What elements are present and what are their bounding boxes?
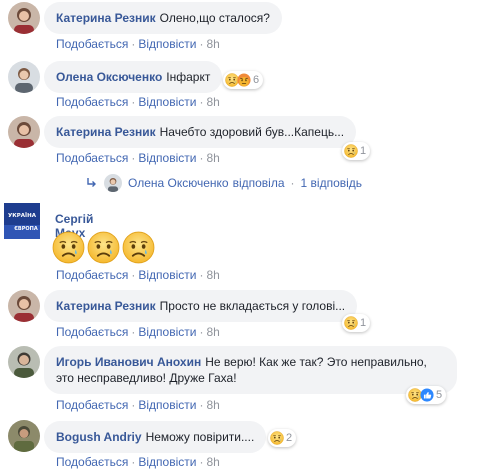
sad-emoji	[87, 231, 120, 264]
reaction-summary[interactable]: 1	[342, 314, 371, 332]
separator: ·	[199, 151, 204, 165]
author-name[interactable]: Игорь Иванович Анохин	[56, 355, 201, 369]
separator: ·	[131, 95, 136, 109]
reply-action: відповіла	[232, 176, 285, 190]
angry-icon	[237, 73, 251, 87]
separator: ·	[131, 37, 136, 51]
comment-bubble: Катерина Резник Просто не вкладається у г…	[44, 290, 358, 322]
comment-text: Інфаркт	[166, 70, 211, 84]
reaction-summary[interactable]: 5	[406, 386, 447, 404]
timestamp[interactable]: 8h	[206, 151, 219, 165]
comment-actions: Подобається · Відповісти · 8h	[56, 95, 220, 109]
reply-author: Олена Оксюченко	[128, 176, 229, 190]
comment-bubble: Игорь Иванович Анохин Не верю! Как же так…	[44, 346, 457, 394]
like-link[interactable]: Подобається	[56, 398, 128, 412]
sad-icon	[344, 316, 358, 330]
timestamp[interactable]: 8h	[206, 37, 219, 51]
separator: ·	[199, 37, 204, 51]
like-link[interactable]: Подобається	[56, 151, 128, 165]
like-link[interactable]: Подобається	[56, 455, 128, 469]
separator: ·	[199, 268, 204, 282]
avatar[interactable]	[8, 2, 40, 34]
like-link[interactable]: Подобається	[56, 37, 128, 51]
timestamp[interactable]: 8h	[206, 95, 219, 109]
separator: ·	[199, 325, 204, 339]
comment-actions: Подобається · Відповісти · 8h	[56, 268, 220, 282]
reaction-summary[interactable]: 6	[223, 71, 264, 89]
reply-arrow-icon	[87, 178, 96, 187]
author-name[interactable]: Bogush Andriy	[56, 430, 142, 444]
avatar[interactable]: УКРАЇНА ЄВРОПА	[4, 203, 40, 239]
avatar-text: УКРАЇНА	[8, 212, 37, 219]
timestamp[interactable]: 8h	[206, 325, 219, 339]
comment-text: Начебто здоровий був...Капець...	[159, 125, 345, 139]
reaction-summary[interactable]: 1	[342, 142, 371, 160]
comment-actions: Подобається · Відповісти · 8h	[56, 151, 220, 165]
reply-count: 1 відповідь	[300, 176, 363, 190]
comment-actions: Подобається · Відповісти · 8h	[56, 37, 220, 51]
author-name[interactable]: Катерина Резник	[56, 299, 156, 313]
like-link[interactable]: Подобається	[56, 95, 128, 109]
like-link[interactable]: Подобається	[56, 268, 128, 282]
comment-text: Просто не вкладається у голові...	[159, 299, 346, 313]
reaction-count: 6	[253, 74, 260, 86]
separator: ·	[290, 176, 295, 190]
separator: ·	[199, 398, 204, 412]
reaction-count: 2	[286, 432, 293, 444]
separator: ·	[199, 95, 204, 109]
reply-link[interactable]: Відповісти	[138, 398, 196, 412]
reaction-count: 5	[436, 389, 443, 401]
comment-text: Неможу повірити....	[145, 430, 255, 444]
comment-actions: Подобається · Відповісти · 8h	[56, 325, 220, 339]
avatar[interactable]	[8, 61, 40, 93]
avatar[interactable]	[8, 420, 40, 452]
comment-bubble: Олена Оксюченко Інфаркт	[44, 61, 223, 93]
comment-bubble: Катерина Резник Начебто здоровий був...Ка…	[44, 116, 357, 148]
sad-emoji	[122, 231, 155, 264]
reply-link[interactable]: Відповісти	[138, 455, 196, 469]
author-name[interactable]: Олена Оксюченко	[56, 70, 162, 84]
separator: ·	[199, 455, 204, 469]
reply-link[interactable]: Відповісти	[138, 37, 196, 51]
reaction-summary[interactable]: 2	[268, 429, 297, 447]
sad-emoji	[52, 231, 85, 264]
svg-text:ЄВРОПА: ЄВРОПА	[14, 226, 38, 232]
separator: ·	[131, 398, 136, 412]
sad-icon	[344, 144, 358, 158]
avatar[interactable]	[8, 290, 40, 322]
like-icon	[420, 388, 434, 402]
comment-actions: Подобається · Відповісти · 8h	[56, 398, 220, 412]
like-link[interactable]: Подобається	[56, 325, 128, 339]
comment-bubble: Bogush Andriy Неможу повірити....	[44, 421, 267, 453]
reaction-count: 1	[360, 317, 367, 329]
comment-text: Олено,що сталося?	[159, 11, 270, 25]
reply-link[interactable]: Відповісти	[138, 151, 196, 165]
author-name[interactable]: Катерина Резник	[56, 11, 156, 25]
timestamp[interactable]: 8h	[206, 455, 219, 469]
avatar[interactable]	[8, 116, 40, 148]
timestamp[interactable]: 8h	[206, 268, 219, 282]
separator: ·	[131, 151, 136, 165]
author-name[interactable]: Катерина Резник	[56, 125, 156, 139]
separator: ·	[131, 455, 136, 469]
sad-icon	[270, 431, 284, 445]
reply-link[interactable]: Відповісти	[138, 325, 196, 339]
comment-actions: Подобається · Відповісти · 8h	[56, 455, 220, 469]
separator: ·	[131, 268, 136, 282]
reply-link[interactable]: Відповісти	[138, 268, 196, 282]
avatar	[104, 174, 122, 192]
comment-bubble: Катерина Резник Олено,що сталося?	[44, 2, 282, 34]
avatar[interactable]	[8, 346, 40, 378]
separator: ·	[131, 325, 136, 339]
emoji-row	[52, 231, 155, 264]
reply-link[interactable]: Відповісти	[138, 95, 196, 109]
timestamp[interactable]: 8h	[206, 398, 219, 412]
reaction-count: 1	[360, 145, 367, 157]
view-replies-link[interactable]: Олена Оксюченко відповіла · 1 відповідь	[86, 174, 362, 192]
